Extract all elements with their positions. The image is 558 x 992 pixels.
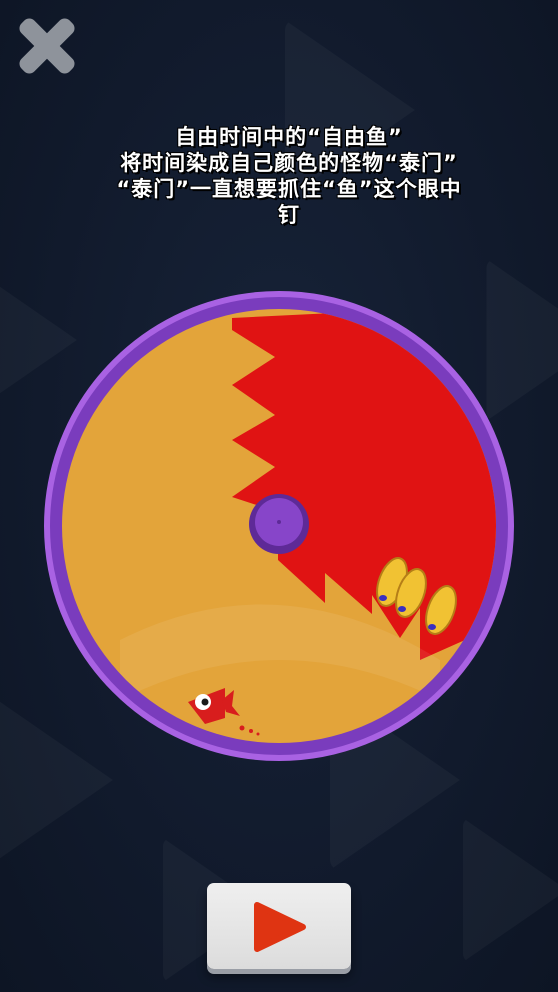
fish-trail-dot xyxy=(256,732,260,736)
fish-pupil xyxy=(201,698,209,706)
game-board[interactable] xyxy=(0,0,558,992)
monster-egg-eye xyxy=(379,595,387,601)
monster-egg-eye xyxy=(428,624,436,630)
play-triangle-icon xyxy=(254,902,306,952)
monster-egg-eye xyxy=(398,606,406,612)
play-button[interactable] xyxy=(207,883,351,969)
game-screen: 自由时间中的“自由鱼” 将时间染成自己颜色的怪物“泰门” “泰门”一直想要抓住“… xyxy=(0,0,558,992)
fish-trail-dot xyxy=(249,729,253,733)
fish-trail-dot xyxy=(239,725,245,731)
center-hub-pin xyxy=(277,520,281,524)
